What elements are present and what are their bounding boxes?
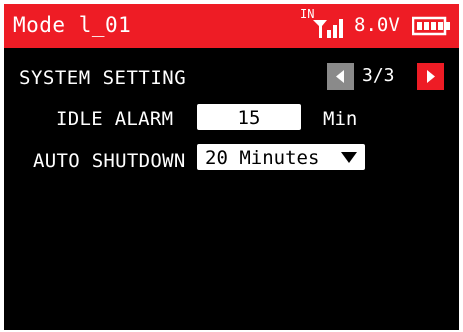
- idle-alarm-input[interactable]: 15: [197, 104, 301, 130]
- dropdown-arrow-icon: [341, 152, 357, 163]
- idle-alarm-unit: Min: [323, 108, 358, 130]
- arrow-left-icon: [336, 70, 344, 83]
- status-bar: Mode l_01 IN 8.0V: [4, 4, 459, 48]
- voltage-readout: 8.0V: [354, 14, 400, 36]
- device-screen: Mode l_01 IN 8.0V SYSTEM SETTING 3/3 IDL…: [4, 4, 459, 330]
- arrow-right-icon: [427, 70, 435, 83]
- idle-alarm-label: IDLE ALARM: [56, 108, 174, 130]
- model-name[interactable]: Mode l_01: [13, 11, 131, 39]
- auto-shutdown-label: AUTO SHUTDOWN: [33, 150, 186, 172]
- auto-shutdown-value: 20 Minutes: [205, 147, 320, 169]
- prev-page-button[interactable]: [327, 63, 354, 90]
- page-title: SYSTEM SETTING: [19, 67, 187, 89]
- battery-icon: [412, 16, 450, 36]
- page-indicator: 3/3: [362, 65, 395, 86]
- next-page-button[interactable]: [417, 63, 444, 90]
- signal-bars-icon: [313, 19, 343, 38]
- auto-shutdown-select[interactable]: 20 Minutes: [197, 144, 365, 170]
